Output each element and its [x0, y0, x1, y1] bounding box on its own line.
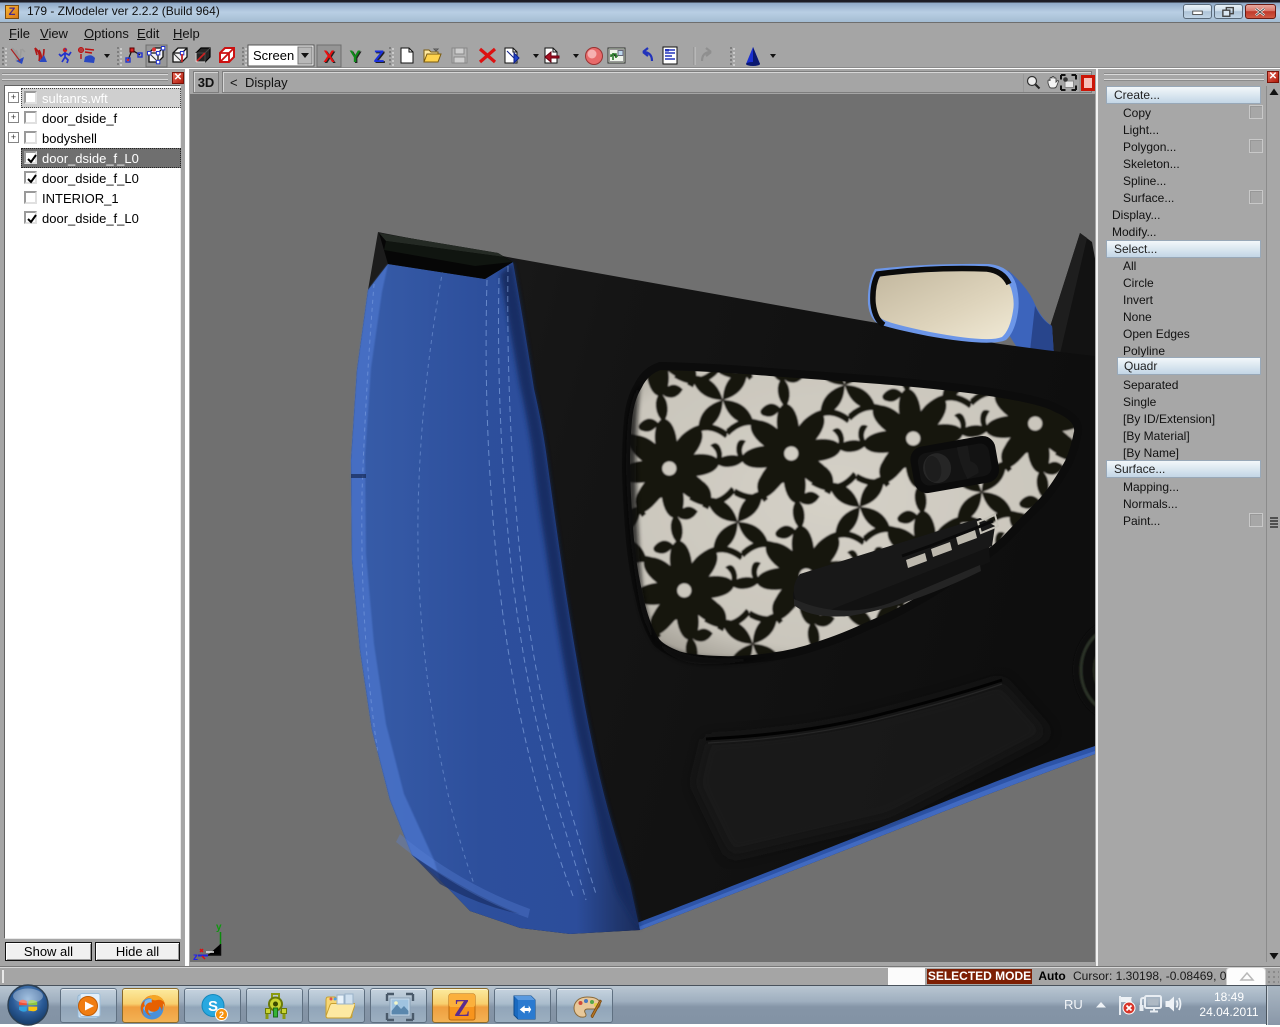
svg-text:z: z: [193, 952, 198, 962]
svg-text:Z: Z: [454, 996, 470, 1022]
svg-text:Screen: Screen: [253, 48, 294, 63]
svg-text:y: y: [216, 922, 222, 933]
svg-text:2: 2: [219, 1010, 224, 1020]
svg-text:Y: Y: [349, 47, 361, 66]
svg-text:X: X: [323, 47, 335, 66]
svg-text:Z: Z: [374, 47, 384, 66]
